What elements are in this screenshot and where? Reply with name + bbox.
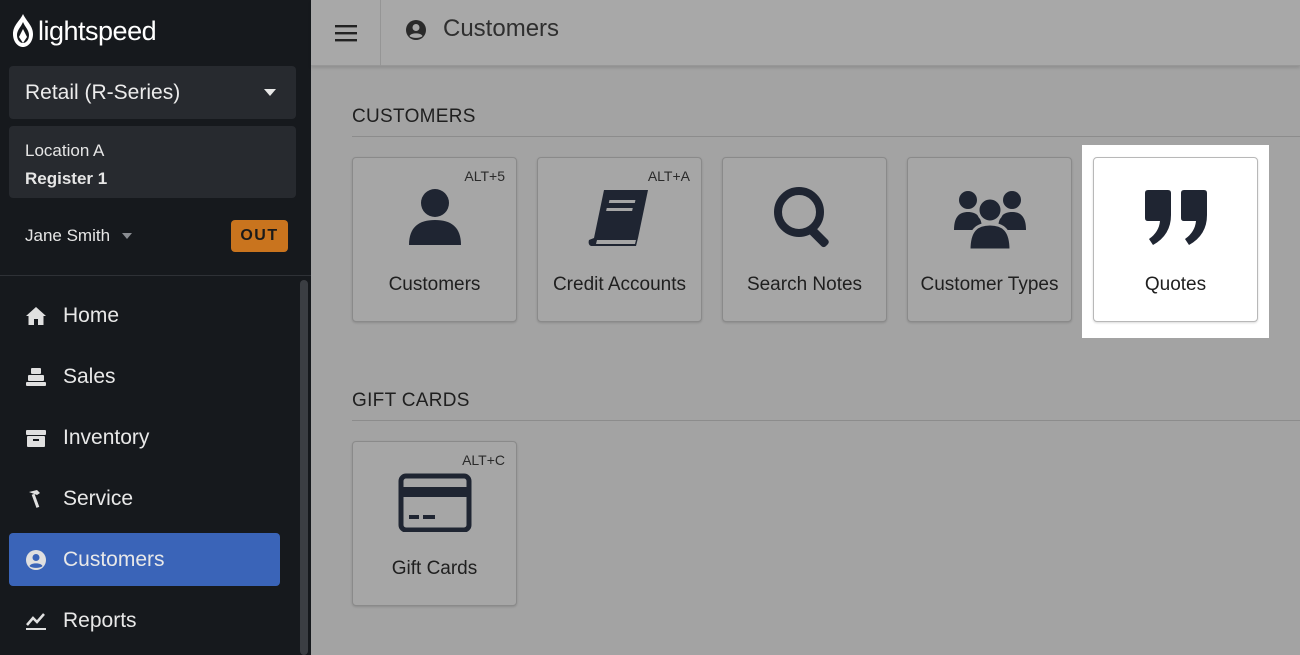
section-title-gift-cards: GIFT CARDS bbox=[352, 390, 470, 411]
users-icon bbox=[908, 182, 1071, 254]
user-circle-icon bbox=[406, 20, 426, 40]
chart-icon bbox=[25, 610, 47, 632]
nav-label: Inventory bbox=[63, 425, 150, 449]
nav-item-reports[interactable]: Reports bbox=[9, 594, 280, 647]
tile-gift-cards[interactable]: ALT+C Gift Cards bbox=[352, 441, 517, 606]
nav-label: Sales bbox=[63, 364, 116, 388]
lightspeed-logo[interactable]: lightspeed bbox=[10, 12, 157, 50]
top-header: Customers bbox=[311, 0, 1300, 66]
section-title-customers: CUSTOMERS bbox=[352, 106, 476, 127]
register-icon bbox=[25, 366, 47, 388]
sidebar-scrollbar-thumb[interactable] bbox=[300, 280, 308, 655]
menu-toggle-button[interactable] bbox=[311, 0, 381, 66]
user-icon bbox=[353, 182, 516, 254]
home-icon bbox=[25, 305, 47, 327]
nav-item-home[interactable]: Home bbox=[9, 289, 280, 342]
nav-label: Reports bbox=[63, 608, 137, 632]
flame-logo-icon bbox=[13, 14, 33, 47]
page-title: Customers bbox=[443, 15, 560, 42]
book-icon bbox=[538, 182, 701, 254]
tile-label: Search Notes bbox=[746, 274, 863, 295]
user-circle-icon bbox=[25, 549, 47, 571]
credit-card-icon bbox=[353, 466, 516, 538]
tile-label: Quotes bbox=[1144, 274, 1207, 295]
search-icon bbox=[723, 182, 886, 254]
nav-item-service[interactable]: Service bbox=[9, 472, 280, 525]
hamburger-icon bbox=[334, 25, 357, 42]
product-selector[interactable]: Retail (R-Series) bbox=[9, 66, 296, 119]
register-name: Register 1 bbox=[25, 169, 108, 188]
clock-out-button[interactable]: OUT bbox=[231, 220, 288, 252]
tile-customer-types[interactable]: Customer Types bbox=[907, 157, 1072, 322]
hammer-icon bbox=[25, 488, 47, 510]
section-divider bbox=[352, 136, 1300, 137]
nav-label: Customers bbox=[63, 547, 165, 571]
nav-item-sales[interactable]: Sales bbox=[9, 350, 280, 403]
tile-label: Gift Cards bbox=[391, 558, 478, 579]
nav-item-customers[interactable]: Customers bbox=[9, 533, 280, 586]
nav-label: Service bbox=[63, 486, 134, 510]
nav-label: Home bbox=[63, 303, 120, 327]
brand-name: lightspeed bbox=[38, 15, 157, 46]
caret-down-icon bbox=[264, 89, 276, 96]
tile-customers[interactable]: ALT+5 Customers bbox=[352, 157, 517, 322]
tile-credit-accounts[interactable]: ALT+A Credit Accounts bbox=[537, 157, 702, 322]
sidebar-divider bbox=[0, 275, 311, 276]
quote-icon bbox=[1094, 182, 1257, 254]
tile-quotes[interactable]: Quotes bbox=[1093, 157, 1258, 322]
caret-down-icon bbox=[122, 233, 133, 239]
sidebar-nav: Home Sales Inventory Service Customers R… bbox=[0, 289, 296, 655]
sidebar: lightspeed Retail (R-Series) Location A … bbox=[0, 0, 311, 655]
tile-label: Customers bbox=[388, 274, 481, 295]
tile-search-notes[interactable]: Search Notes bbox=[722, 157, 887, 322]
nav-item-inventory[interactable]: Inventory bbox=[9, 411, 280, 464]
user-menu[interactable]: Jane Smith OUT bbox=[25, 220, 288, 252]
user-name: Jane Smith bbox=[25, 226, 111, 245]
tile-label: Credit Accounts bbox=[552, 274, 687, 295]
product-label: Retail (R-Series) bbox=[25, 80, 181, 104]
location-register-box[interactable]: Location A Register 1 bbox=[9, 126, 296, 198]
location-name: Location A bbox=[25, 141, 105, 160]
section-divider bbox=[352, 420, 1300, 421]
inventory-icon bbox=[25, 427, 47, 449]
tile-label: Customer Types bbox=[920, 274, 1059, 295]
